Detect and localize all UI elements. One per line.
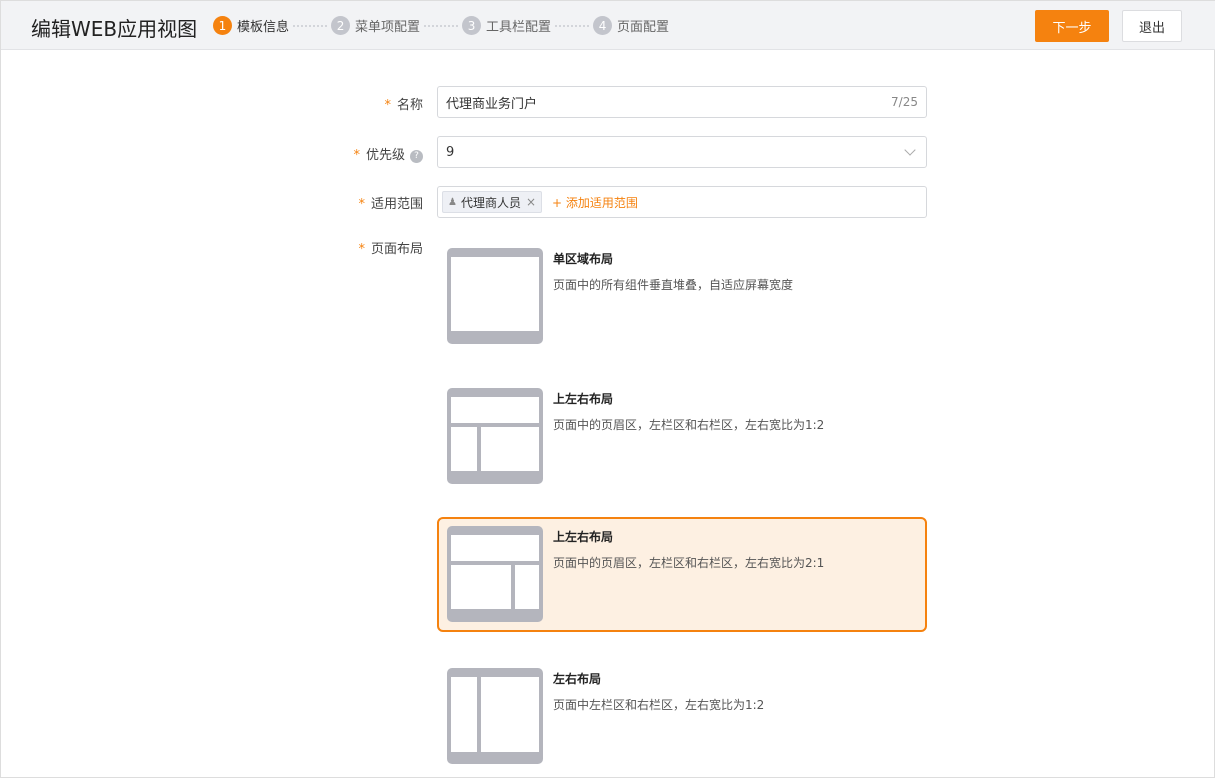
name-input[interactable]: 代理商业务门户 7/25: [437, 86, 927, 118]
layout-left-right-thumbnail: [447, 668, 543, 764]
step-number: 1: [213, 16, 232, 35]
step-number: 4: [593, 16, 613, 35]
name-value: 代理商业务门户: [446, 96, 538, 112]
layout-option-single[interactable]: 单区域布局 页面中的所有组件垂直堆叠，自适应屏幕宽度: [437, 239, 927, 354]
step-number: 3: [462, 16, 482, 35]
user-group-icon: ♟: [448, 196, 457, 208]
next-button[interactable]: 下一步: [1035, 10, 1109, 42]
stepper: 1 模板信息 2 菜单项配置 3 工具栏配置 4 页面配置: [213, 16, 669, 35]
step-number: 2: [331, 16, 351, 35]
step-1[interactable]: 1 模板信息: [213, 16, 289, 35]
layout-title: 单区域布局: [553, 252, 614, 266]
label-text: 优先级: [365, 148, 405, 163]
layout-top-1-2-thumbnail: [447, 388, 543, 484]
scope-tag: ♟ 代理商人员 ×: [442, 191, 543, 213]
exit-button[interactable]: 退出: [1122, 10, 1182, 42]
chevron-down-icon: [904, 143, 916, 156]
layout-desc: 页面中的所有组件垂直堆叠，自适应屏幕宽度: [553, 278, 794, 292]
step-3[interactable]: 3 工具栏配置: [462, 16, 551, 35]
layout-title: 左右布局: [553, 672, 602, 686]
priority-value: 9: [446, 144, 455, 160]
step-divider: [293, 24, 328, 27]
layout-option-left-right[interactable]: 左右布局 页面中左栏区和右栏区，左右宽比为1:2: [437, 659, 927, 774]
header: 编辑WEB应用视图 1 模板信息 2 菜单项配置 3 工具栏配置 4 页面配置 下一步 …: [1, 1, 1215, 50]
layout-option-top-left-right-1-2[interactable]: 上左右布局 页面中的页眉区，左栏区和右栏区，左右宽比为1:2: [437, 379, 927, 494]
step-divider: [555, 24, 590, 27]
layout-title: 上左右布局: [553, 530, 614, 544]
layout-desc: 页面中的页眉区，左栏区和右栏区，左右宽比为2:1: [553, 556, 825, 570]
page-title: 编辑WEB应用视图: [31, 17, 198, 41]
step-label: 菜单项配置: [355, 20, 421, 35]
help-icon[interactable]: ?: [410, 150, 423, 163]
layout-option-top-left-right-2-1[interactable]: 上左右布局 页面中的页眉区，左栏区和右栏区，左右宽比为2:1: [437, 517, 927, 632]
layout-title: 上左右布局: [553, 392, 614, 406]
step-divider: [424, 24, 459, 27]
scope-field: ♟ 代理商人员 × + 添加适用范围: [437, 186, 927, 218]
step-label: 工具栏配置: [486, 20, 552, 35]
layout-desc: 页面中左栏区和右栏区，左右宽比为1:2: [553, 698, 765, 712]
priority-label: * 优先级?: [353, 144, 423, 163]
close-icon[interactable]: ×: [526, 195, 536, 209]
step-label: 页面配置: [617, 20, 670, 35]
layout-top-2-1-thumbnail: [447, 526, 543, 622]
tag-label: 代理商人员: [460, 195, 521, 210]
label-text: 适用范围: [370, 197, 423, 212]
char-counter: 7/25: [891, 95, 918, 109]
label-text: 名称: [396, 98, 423, 113]
name-label: * 名称: [384, 98, 423, 113]
scope-label: * 适用范围: [358, 197, 423, 212]
priority-select[interactable]: 9: [437, 136, 927, 168]
step-4[interactable]: 4 页面配置: [593, 16, 669, 35]
layout-desc: 页面中的页眉区，左栏区和右栏区，左右宽比为1:2: [553, 418, 825, 432]
step-label: 模板信息: [237, 20, 290, 35]
step-2[interactable]: 2 菜单项配置: [331, 16, 420, 35]
add-scope-link[interactable]: + 添加适用范围: [552, 194, 638, 211]
label-text: 页面布局: [370, 242, 423, 257]
layout-single-thumbnail: [447, 248, 543, 344]
layout-label: * 页面布局: [358, 242, 423, 257]
